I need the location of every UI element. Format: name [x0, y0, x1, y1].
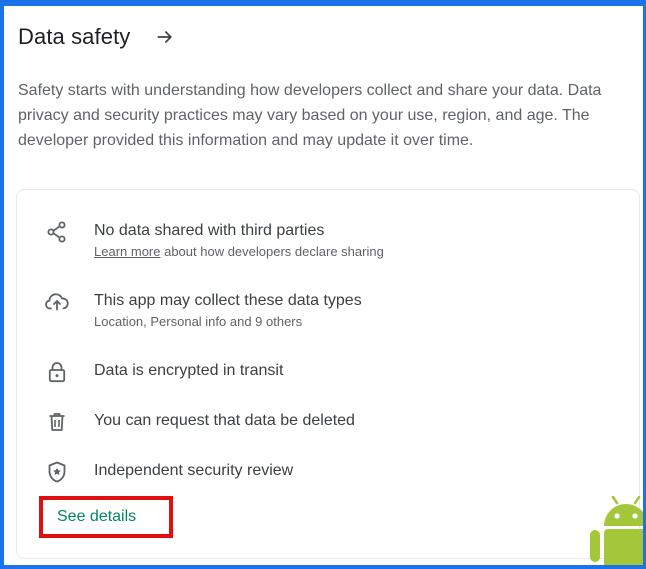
section-description: Safety starts with understanding how dev… — [18, 82, 602, 149]
screenshot-frame: Data safety Safety starts with understan… — [0, 0, 646, 569]
shield-star-icon — [45, 460, 69, 484]
item-primary-text: No data shared with third parties — [94, 222, 325, 239]
arrow-forward-icon[interactable] — [152, 24, 178, 50]
list-item-sharing: No data shared with third parties Learn … — [45, 220, 384, 262]
learn-more-link[interactable]: Learn more — [94, 244, 160, 259]
section-header: Data safety — [18, 24, 178, 50]
trash-icon — [45, 410, 69, 434]
item-secondary-suffix: about how developers declare sharing — [160, 244, 384, 259]
item-primary-text: Independent security review — [94, 462, 294, 479]
list-item-security-review: Independent security review — [45, 460, 293, 484]
lock-icon — [45, 360, 69, 384]
item-secondary-text: Location, Personal info and 9 others — [94, 314, 303, 329]
data-safety-card: No data shared with third parties Learn … — [16, 189, 640, 559]
list-item-encryption: Data is encrypted in transit — [45, 360, 283, 384]
item-primary-text: Data is encrypted in transit — [94, 362, 284, 379]
highlight-box: See details — [39, 496, 173, 538]
item-primary-text: You can request that data be deleted — [94, 412, 355, 429]
item-secondary-text: Learn more about how developers declare … — [94, 242, 384, 262]
share-icon — [45, 220, 69, 244]
list-item-collection: This app may collect these data types Lo… — [45, 290, 362, 332]
item-primary-text: This app may collect these data types — [94, 292, 362, 309]
cloud-upload-icon — [45, 290, 69, 314]
see-details-link[interactable]: See details — [57, 508, 136, 526]
android-logo — [587, 495, 643, 565]
page-title: Data safety — [18, 24, 131, 49]
list-item-deletion: You can request that data be deleted — [45, 410, 355, 434]
